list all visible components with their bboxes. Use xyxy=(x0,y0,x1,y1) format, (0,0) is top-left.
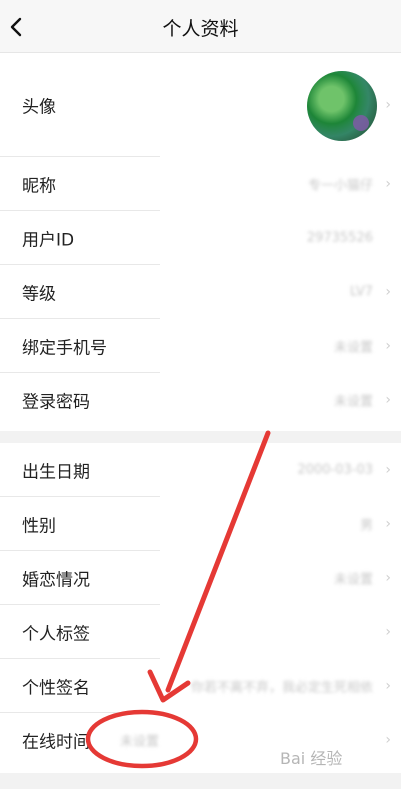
row-user-id[interactable]: 用户ID 29735526 xyxy=(0,211,401,265)
profile-detail-section: 出生日期 2000-03-03 › 性别 男 › 婚恋情况 未设置 › 个人标签… xyxy=(0,443,401,773)
row-label: 出生日期 xyxy=(22,462,90,483)
row-value: 未设置 xyxy=(120,734,160,750)
row-label: 性别 xyxy=(22,516,56,537)
row-label: 用户ID xyxy=(22,230,75,251)
row-label: 头像 xyxy=(22,97,56,118)
row-value: LV7 xyxy=(350,284,373,300)
bottom-spacer xyxy=(0,773,401,789)
row-value: 2000-03-03 xyxy=(297,462,373,478)
row-marital-status[interactable]: 婚恋情况 未设置 › xyxy=(0,551,401,605)
row-nickname[interactable]: 昵称 专一小猫仔 › xyxy=(0,157,401,211)
chevron-right-icon: › xyxy=(385,338,391,354)
row-value: 未设置 xyxy=(333,572,373,588)
row-login-password[interactable]: 登录密码 未设置 › xyxy=(0,373,401,427)
chevron-right-icon: › xyxy=(385,462,391,478)
row-bind-phone[interactable]: 绑定手机号 未设置 › xyxy=(0,319,401,373)
row-personal-tags[interactable]: 个人标签 › xyxy=(0,605,401,659)
row-label: 个人标签 xyxy=(22,624,90,645)
row-avatar[interactable]: 头像 › xyxy=(0,53,401,157)
row-value: 未设置 xyxy=(333,340,373,356)
chevron-right-icon: › xyxy=(385,176,391,192)
chevron-right-icon: › xyxy=(385,678,391,694)
row-label: 绑定手机号 xyxy=(22,338,107,359)
chevron-right-icon: › xyxy=(385,516,391,532)
nav-bar: 个人资料 xyxy=(0,0,401,53)
chevron-right-icon: › xyxy=(385,284,391,300)
row-label: 登录密码 xyxy=(22,392,90,413)
avatar xyxy=(307,71,377,141)
row-label: 婚恋情况 xyxy=(22,570,90,591)
row-label: 个性签名 xyxy=(22,678,90,699)
row-level[interactable]: 等级 LV7 › xyxy=(0,265,401,319)
chevron-right-icon: › xyxy=(385,624,391,640)
row-value: 未设置 xyxy=(333,394,373,410)
row-value: 专一小猫仔 xyxy=(307,178,373,194)
row-value: 男 xyxy=(359,518,373,534)
row-label: 等级 xyxy=(22,284,56,305)
row-signature[interactable]: 个性签名 你若不离不弃，我必定生死相依 › xyxy=(0,659,401,713)
row-value: 29735526 xyxy=(306,230,373,246)
chevron-right-icon: › xyxy=(385,732,391,748)
row-value: 你若不离不弃，我必定生死相依 xyxy=(190,680,373,696)
profile-basic-section: 头像 › 昵称 专一小猫仔 › 用户ID 29735526 等级 LV7 › 绑… xyxy=(0,53,401,431)
row-label: 昵称 xyxy=(22,176,56,197)
watermark: Bai 经验 xyxy=(280,749,343,768)
chevron-right-icon: › xyxy=(385,392,391,408)
chevron-right-icon: › xyxy=(385,97,391,113)
row-birthday[interactable]: 出生日期 2000-03-03 › xyxy=(0,443,401,497)
row-label: 在线时间 xyxy=(22,732,90,753)
chevron-right-icon: › xyxy=(385,570,391,586)
page-title: 个人资料 xyxy=(162,18,239,40)
row-gender[interactable]: 性别 男 › xyxy=(0,497,401,551)
